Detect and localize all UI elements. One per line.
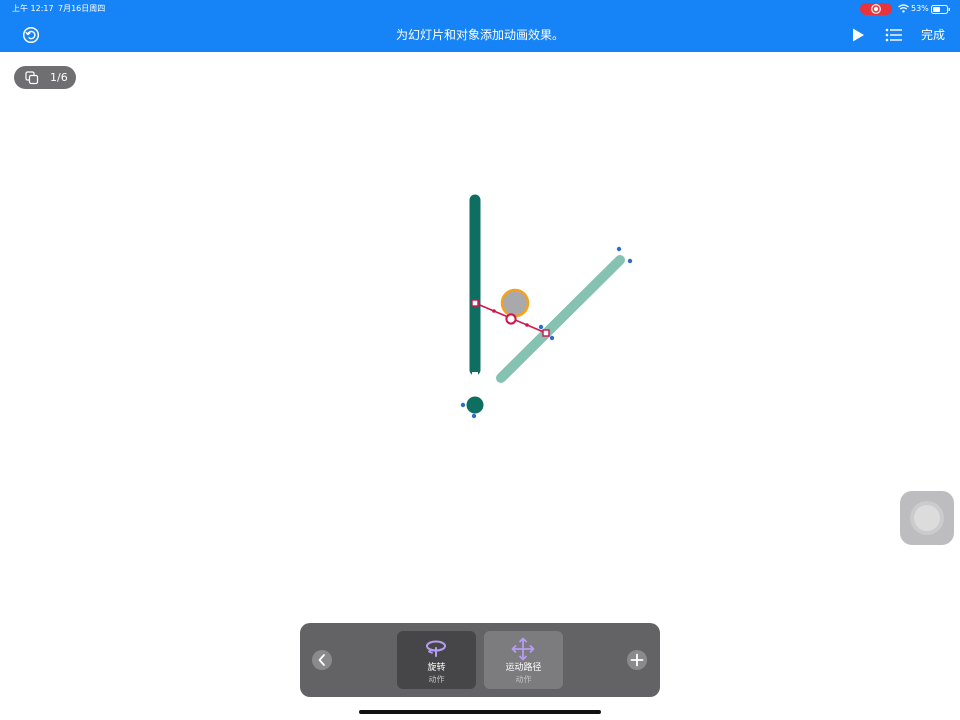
chevron-left-icon [318, 654, 325, 666]
selection-handle[interactable] [471, 413, 477, 419]
effect-label: 旋转 [427, 663, 446, 673]
move-arrows-icon [511, 637, 535, 661]
effect-label: 运动路径 [505, 663, 542, 673]
selection-handle[interactable] [538, 324, 544, 330]
effect-sub-label: 动作 [515, 675, 532, 684]
add-effect-button[interactable] [627, 650, 647, 670]
rotation-center-ghost[interactable] [500, 288, 530, 318]
selection-handle[interactable] [616, 246, 622, 252]
selection-handle[interactable] [627, 258, 633, 264]
home-indicator[interactable] [359, 710, 601, 714]
motion-path-point [525, 323, 529, 327]
previous-button[interactable] [312, 650, 332, 670]
motion-path-end-handle[interactable] [542, 329, 550, 337]
assistive-touch-icon [914, 505, 940, 531]
effect-motion-path[interactable]: 运动路径 动作 [484, 631, 563, 689]
animation-effects-panel: 旋转 动作 运动路径 动作 [300, 623, 660, 697]
circle-shape[interactable] [463, 393, 487, 417]
motion-path-midpoint-handle[interactable] [505, 313, 517, 325]
assistive-touch-button[interactable] [900, 491, 954, 545]
rotate-icon [426, 640, 446, 657]
effect-rotate[interactable]: 旋转 动作 [397, 631, 476, 689]
slide-canvas [460, 191, 633, 419]
plus-icon [630, 653, 644, 667]
selection-handle[interactable] [460, 402, 466, 408]
selection-handle[interactable] [549, 335, 555, 341]
motion-path-start-handle[interactable] [471, 299, 479, 307]
motion-path-point [492, 309, 496, 313]
effect-sub-label: 动作 [428, 675, 445, 684]
diagonal-bar-shape[interactable] [496, 255, 625, 383]
